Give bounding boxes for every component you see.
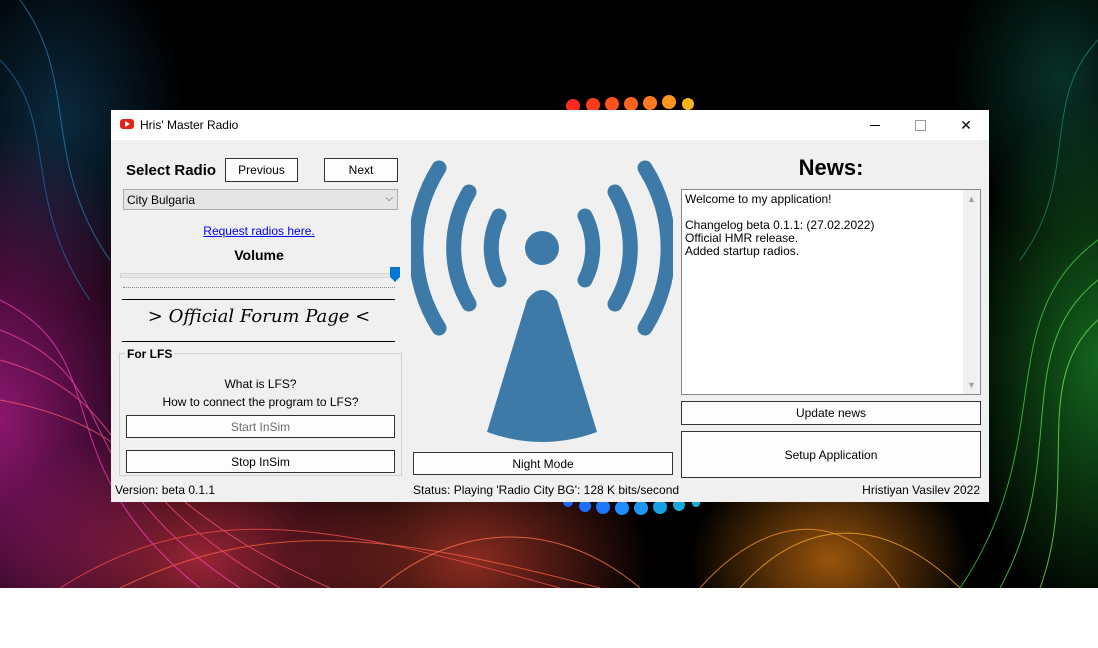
- status-label: Status: Playing 'Radio City BG': 128 K b…: [413, 483, 680, 497]
- author-label: Hristiyan Vasilev 2022: [862, 483, 980, 497]
- minimize-icon: [870, 124, 880, 126]
- radio-tower-icon: [411, 160, 673, 442]
- chevron-down-icon[interactable]: ▼: [967, 380, 976, 390]
- divider: [122, 341, 395, 342]
- next-button[interactable]: Next: [324, 158, 398, 182]
- chevron-up-icon[interactable]: ▲: [967, 194, 976, 204]
- lfs-group-title: For LFS: [125, 347, 175, 361]
- youtube-play-icon: [120, 119, 134, 129]
- request-radios-link[interactable]: Request radios here.: [111, 224, 407, 238]
- volume-slider-track[interactable]: [120, 273, 400, 278]
- minimize-button[interactable]: [852, 110, 898, 140]
- close-icon: ✕: [960, 116, 972, 133]
- update-news-button[interactable]: Update news: [681, 401, 981, 425]
- divider: [122, 299, 395, 300]
- close-button[interactable]: ✕: [943, 110, 989, 140]
- how-to-connect-link[interactable]: How to connect the program to LFS?: [119, 395, 402, 409]
- volume-slider-thumb[interactable]: [390, 267, 400, 282]
- night-mode-button[interactable]: Night Mode: [413, 452, 673, 475]
- maximize-button[interactable]: [897, 110, 943, 140]
- news-content: Welcome to my application! Changelog bet…: [685, 192, 875, 258]
- start-insim-button[interactable]: Start InSim: [126, 415, 395, 438]
- stop-insim-button[interactable]: Stop InSim: [126, 450, 395, 473]
- volume-label: Volume: [234, 247, 284, 263]
- chevron-down-icon: ⌵: [385, 193, 393, 204]
- window-title: Hris' Master Radio: [140, 118, 239, 132]
- app-window: Hris' Master Radio ✕ Select Radio Previo…: [111, 110, 989, 502]
- version-label: Version: beta 0.1.1: [115, 483, 216, 497]
- news-textbox[interactable]: Welcome to my application! Changelog bet…: [681, 189, 981, 395]
- previous-button[interactable]: Previous: [225, 158, 298, 182]
- volume-slider-ticks: [123, 287, 395, 288]
- title-bar[interactable]: Hris' Master Radio ✕: [111, 110, 989, 140]
- radio-station-select[interactable]: City Bulgaria ⌵: [123, 189, 398, 210]
- maximize-icon: [914, 119, 926, 131]
- news-title: News:: [798, 155, 864, 180]
- news-scrollbar[interactable]: ▲ ▼: [963, 190, 980, 394]
- radio-station-value: City Bulgaria: [127, 193, 196, 207]
- select-radio-label: Select Radio: [126, 162, 217, 179]
- forum-page-link[interactable]: > Official Forum Page <: [111, 306, 407, 327]
- what-is-lfs-link[interactable]: What is LFS?: [119, 377, 402, 391]
- setup-application-button[interactable]: Setup Application: [681, 431, 981, 478]
